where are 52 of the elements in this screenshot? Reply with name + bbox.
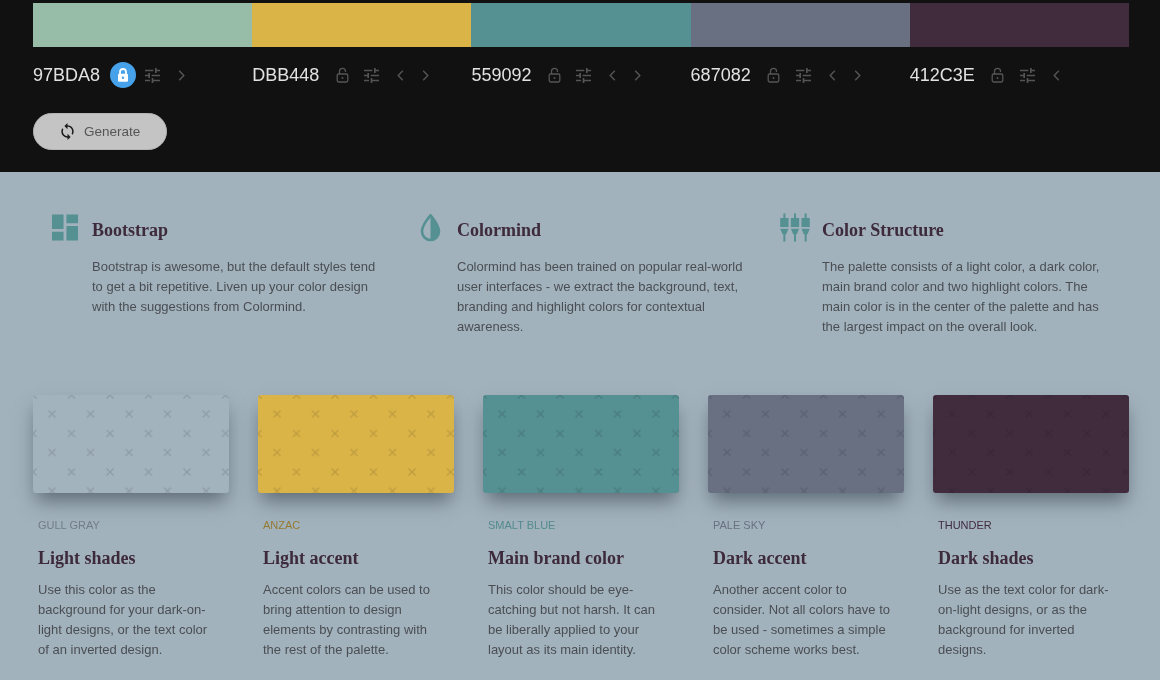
feature-description: Bootstrap is awesome, but the default styles tend to get a bit repetitive. Liven up your color design with the suggestions from Colormind.: [92, 258, 377, 316]
card-description: Use this color as the background for your dark-on-light designs, or the text color of an inverted design.: [38, 581, 209, 659]
color-name: THUNDER: [938, 518, 993, 532]
unlocked-lock-icon[interactable]: [335, 67, 349, 83]
unlocked-lock-icon[interactable]: [767, 67, 781, 83]
hex-code: DBB448: [252, 64, 320, 87]
feature-description: Colormind has been trained on popular real-world user interfaces - we extract the background, text, branding and highlight colors for contextual awareness.: [457, 258, 744, 336]
color-strip[interactable]: [909, 3, 1129, 47]
sliders-icon[interactable]: [364, 67, 380, 83]
chevron-left-icon[interactable]: [609, 69, 617, 81]
color-name: SMALT BLUE: [488, 518, 557, 532]
card-title: Light shades: [38, 547, 137, 570]
feature-description: The palette consists of a light color, a dark color, main brand color and two highlight colors. The main color is in the center of the palette and has the largest impact on the overall look.: [822, 258, 1101, 336]
hex-code: 412C3E: [909, 64, 975, 87]
sliders-icon[interactable]: [145, 67, 161, 83]
hex-code: 97BDA8: [33, 64, 101, 87]
connectors-icon: [780, 212, 810, 243]
color-name: ANZAC: [263, 518, 302, 532]
feature-title: Colormind: [457, 219, 542, 242]
hex-code: 559092: [471, 64, 532, 87]
chevron-right-icon[interactable]: [422, 69, 430, 81]
color-name: PALE SKY: [713, 518, 767, 532]
feature-title: Bootstrap: [92, 219, 169, 242]
generate-button[interactable]: Generate: [33, 113, 168, 150]
card-description: Accent colors can be used to bring attention to design elements by contrasting with the rest of the palette.: [263, 581, 431, 659]
refresh-icon: [61, 123, 74, 140]
chevron-left-icon[interactable]: [397, 69, 405, 81]
unlocked-lock-icon[interactable]: [548, 67, 561, 83]
color-strip[interactable]: [471, 3, 691, 47]
dashboard-icon: [52, 214, 78, 241]
card-description: Another accent color to consider. Not all colors have to be used - sometimes a simple color scheme works best.: [713, 581, 892, 659]
card-title: Main brand color: [488, 547, 625, 570]
hex-code: 687082: [690, 64, 751, 87]
chevron-right-icon[interactable]: [634, 69, 642, 81]
card-description: Use as the text color for dark-on-light designs, or as the background for inverted designs.: [938, 581, 1110, 659]
unlocked-lock-icon[interactable]: [991, 67, 1005, 83]
lock-icon[interactable]: [110, 62, 137, 88]
sliders-icon[interactable]: [1019, 67, 1035, 83]
color-strip[interactable]: [33, 3, 253, 47]
card-title: Light accent: [263, 547, 360, 570]
card-title: Dark shades: [938, 547, 1035, 570]
color-strip[interactable]: [252, 3, 472, 47]
card-description: This color should be eye-catching but not harsh. It can be liberally applied to your layout as its main identity.: [488, 581, 656, 659]
chevron-right-icon[interactable]: [853, 69, 861, 81]
sliders-icon[interactable]: [795, 67, 811, 83]
chevron-left-icon[interactable]: [828, 69, 836, 81]
card-title: Dark accent: [713, 547, 808, 570]
feature-title: Color Structure: [822, 219, 945, 242]
sliders-icon[interactable]: [576, 67, 592, 83]
chevron-right-icon[interactable]: [178, 69, 186, 81]
color-strip[interactable]: [690, 3, 910, 47]
chevron-left-icon[interactable]: [1052, 69, 1060, 81]
